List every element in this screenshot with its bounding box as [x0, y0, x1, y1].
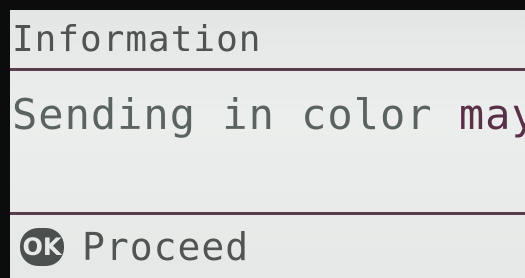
info-message-tail: may take: [458, 90, 525, 139]
info-message: Sending in color may take: [12, 90, 525, 140]
title-divider: [10, 68, 525, 71]
ok-button-icon[interactable]: OK: [20, 228, 64, 266]
proceed-action[interactable]: OK Proceed: [20, 224, 249, 270]
lcd-screen: Information Sending in color may take OK…: [10, 10, 525, 278]
proceed-label: Proceed: [82, 225, 250, 269]
info-message-main: Sending in color: [12, 90, 459, 139]
footer-divider: [10, 212, 525, 215]
screen-title: Information: [12, 19, 262, 60]
